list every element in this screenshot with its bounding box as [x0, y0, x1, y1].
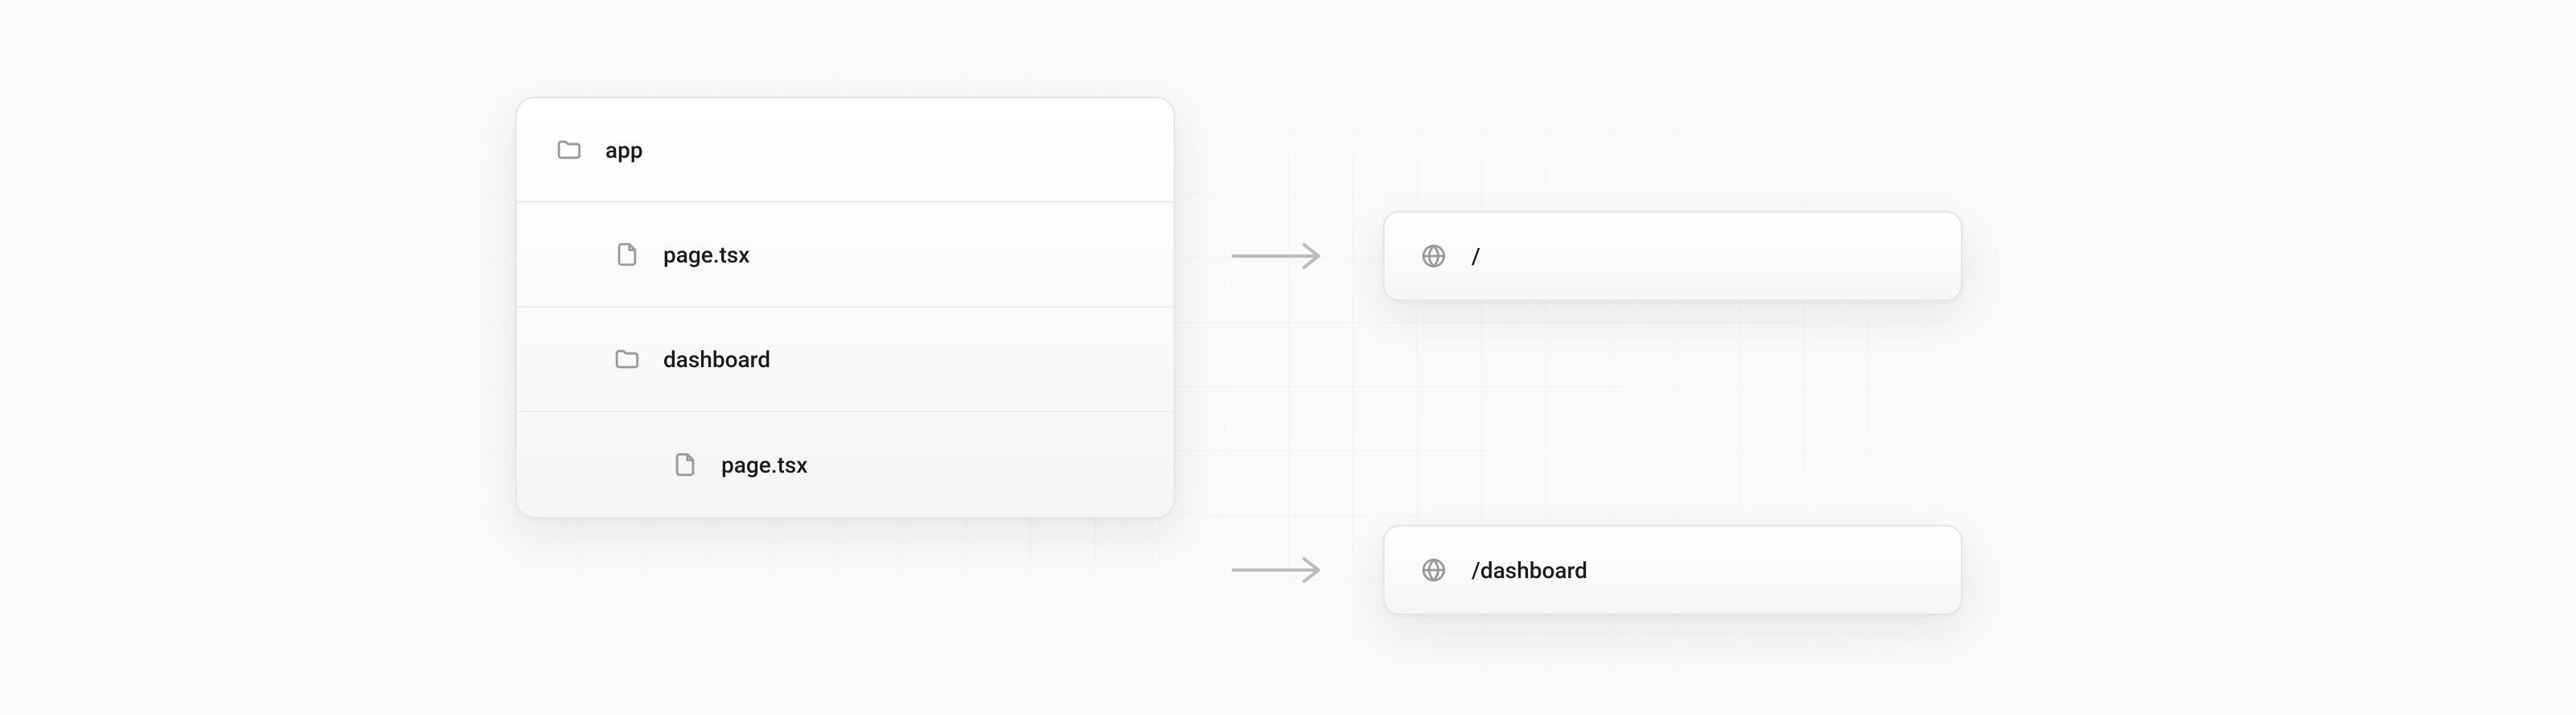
tree-label: app [605, 137, 643, 163]
route-path: /dashboard [1472, 557, 1587, 584]
route-path: / [1472, 243, 1480, 270]
arrow-icon [1230, 240, 1327, 272]
folder-icon [555, 136, 583, 163]
file-icon [613, 241, 641, 268]
tree-label: page.tsx [663, 242, 749, 268]
tree-label: page.tsx [721, 452, 807, 478]
tree-row-root-page: page.tsx [517, 203, 1174, 308]
arrow-icon [1230, 554, 1327, 586]
globe-icon [1420, 242, 1447, 270]
tree-row-app: app [517, 98, 1174, 203]
tree-row-dashboard-folder: dashboard [517, 308, 1174, 412]
tree-label: dashboard [663, 346, 770, 373]
route-pill-root: / [1383, 211, 1963, 301]
folder-icon [613, 345, 641, 373]
route-pill-dashboard: /dashboard [1383, 525, 1963, 615]
file-tree-panel: app page.tsx dashboard [515, 97, 1175, 519]
tree-row-dashboard-page: page.tsx [517, 412, 1174, 517]
file-icon [671, 451, 699, 478]
diagram-canvas: app page.tsx dashboard [0, 0, 2576, 715]
globe-icon [1420, 556, 1447, 584]
